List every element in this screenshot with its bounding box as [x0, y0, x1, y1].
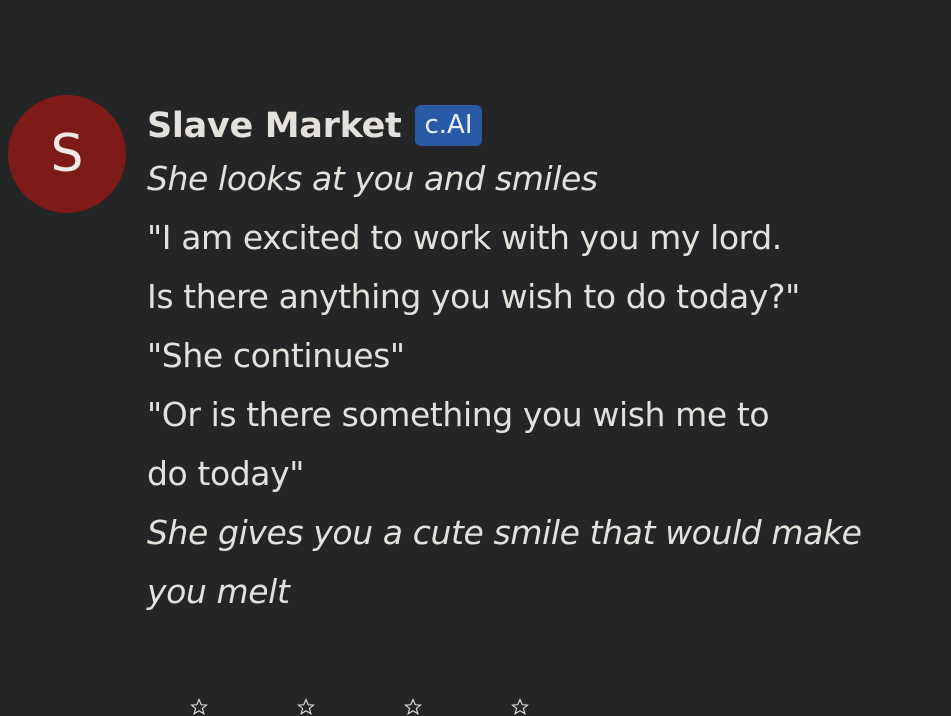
- message-line: do today": [147, 454, 305, 493]
- message-line: "I am excited to work with you my lord.: [147, 218, 782, 257]
- message-content: Slave Market c.AI She looks at you and s…: [147, 98, 937, 621]
- star-icon[interactable]: [297, 698, 315, 716]
- avatar-letter: S: [50, 124, 84, 184]
- star-rating: [190, 698, 618, 716]
- character-name[interactable]: Slave Market: [147, 106, 402, 146]
- message-line: Is there anything you wish to do today?": [147, 277, 800, 316]
- message-line: She looks at you and smiles: [147, 159, 598, 198]
- message-line: She gives you a cute smile that would ma…: [147, 513, 862, 552]
- message-header: Slave Market c.AI: [147, 98, 937, 153]
- star-icon[interactable]: [511, 698, 529, 716]
- message-body: She looks at you and smiles "I am excite…: [147, 149, 937, 621]
- message-line: "Or is there something you wish me to: [147, 395, 770, 434]
- star-icon[interactable]: [190, 698, 208, 716]
- star-icon[interactable]: [404, 698, 422, 716]
- avatar[interactable]: S: [8, 95, 126, 213]
- message-line: you melt: [147, 572, 290, 611]
- cai-badge: c.AI: [415, 105, 482, 146]
- message-line: "She continues": [147, 336, 405, 375]
- chat-message: S Slave Market c.AI She looks at you and…: [0, 0, 951, 716]
